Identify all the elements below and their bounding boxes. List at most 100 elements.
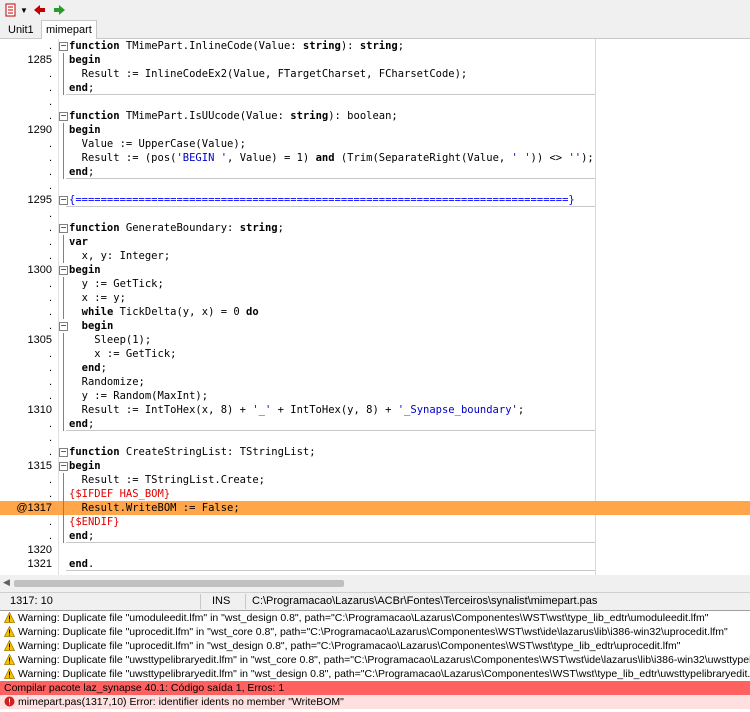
warning-message[interactable]: Warning: Duplicate file "uprocedit.lfm" … (0, 625, 750, 639)
insert-mode: INS (212, 595, 231, 607)
code-line[interactable]: 1300− begin (0, 263, 750, 277)
error-message[interactable]: mimepart.pas(1317,10) Error: identifier … (0, 695, 750, 709)
fold-guide (63, 529, 64, 543)
code-line[interactable]: . var (0, 235, 750, 249)
code-line[interactable]: . Value := UpperCase(Value); (0, 137, 750, 151)
fold-toggle-icon[interactable]: − (59, 224, 68, 233)
code-text: var (69, 235, 88, 249)
code-line-highlighted[interactable]: @1317 Result.WriteBOM := False; (0, 501, 750, 515)
code-line[interactable]: . − begin (0, 319, 750, 333)
code-token: function (69, 40, 126, 52)
horizontal-scrollbar[interactable]: ◀ (0, 575, 750, 592)
code-line[interactable]: . Result := (pos('BEGIN ', Value) = 1) a… (0, 151, 750, 165)
tab-unit1[interactable]: Unit1 (4, 22, 38, 38)
line-number: 1285 (27, 54, 52, 66)
code-token: string (302, 40, 341, 52)
warning-message[interactable]: Warning: Duplicate file "uwsttypelibrary… (0, 653, 750, 667)
code-line[interactable]: . x, y: Integer; (0, 249, 750, 263)
code-token: and (315, 152, 335, 164)
code-line[interactable]: . x := GetTick; (0, 347, 750, 361)
fold-toggle-icon[interactable]: − (59, 266, 68, 275)
code-token: end (69, 530, 88, 542)
code-text: {=======================================… (69, 193, 575, 207)
fold-guide (63, 515, 64, 529)
code-line[interactable]: 1315− begin (0, 459, 750, 473)
code-line[interactable]: . end; (0, 361, 750, 375)
code-token: '_' (252, 404, 272, 416)
code-line[interactable]: . y := Random(MaxInt); (0, 389, 750, 403)
code-line[interactable]: . (0, 179, 750, 193)
fold-toggle-icon[interactable]: − (59, 462, 68, 471)
jump-history-icon[interactable] (4, 2, 18, 18)
tab-mimepart[interactable]: mimepart (41, 20, 97, 40)
line-number: . (48, 82, 52, 94)
line-number: 1305 (27, 334, 52, 346)
fold-toggle-icon[interactable]: − (59, 196, 68, 205)
code-line[interactable]: 1320 (0, 543, 750, 557)
code-line[interactable]: . {$ENDIF} (0, 515, 750, 529)
code-token: ; (87, 530, 95, 542)
fold-toggle-icon[interactable]: − (59, 112, 68, 121)
code-line[interactable]: . (0, 207, 750, 221)
forward-arrow-icon[interactable] (52, 2, 66, 18)
code-line[interactable]: 1285 begin (0, 53, 750, 67)
code-line[interactable]: . − function TMimePart.InlineCode(Value: s… (0, 39, 750, 53)
code-text: begin (69, 459, 101, 473)
code-text: Randomize; (69, 375, 145, 389)
line-number: . (48, 306, 52, 318)
code-token: ; (397, 40, 405, 52)
code-line[interactable]: . Result := TStringList.Create; (0, 473, 750, 487)
code-text: begin (69, 123, 101, 137)
fold-toggle-icon[interactable]: − (59, 42, 68, 51)
code-token: y := Random(MaxInt); (69, 390, 209, 402)
code-token: begin (69, 124, 101, 136)
code-token: end (81, 362, 101, 374)
code-line[interactable]: . Result := InlineCodeEx2(Value, FTarget… (0, 67, 750, 81)
fold-toggle-icon[interactable]: − (59, 448, 68, 457)
back-arrow-icon[interactable] (33, 2, 47, 18)
fold-guide (63, 151, 64, 165)
code-line[interactable]: 1310 Result := IntToHex(x, 8) + '_' + In… (0, 403, 750, 417)
code-line[interactable]: 1321 end. (0, 557, 750, 571)
code-line[interactable]: . end; (0, 529, 750, 543)
code-line[interactable]: 1295− {==================================… (0, 193, 750, 207)
warning-message[interactable]: Warning: Duplicate file "umoduleedit.lfm… (0, 611, 750, 625)
line-number: 1290 (27, 124, 52, 136)
code-line[interactable]: . (0, 431, 750, 445)
line-number: . (48, 320, 52, 332)
line-number: . (48, 390, 52, 402)
line-number: . (48, 40, 52, 52)
code-line[interactable]: . − function CreateStringList: TStringList… (0, 445, 750, 459)
code-line[interactable]: . x := y; (0, 291, 750, 305)
code-line[interactable]: . end; (0, 417, 750, 431)
fold-guide (63, 123, 64, 137)
code-token: while (81, 306, 114, 318)
code-line[interactable]: . (0, 95, 750, 109)
warning-message[interactable]: Warning: Duplicate file "uwsttypelibrary… (0, 667, 750, 681)
code-line[interactable]: . − function TMimePart.IsUUcode(Value: str… (0, 109, 750, 123)
code-token: function (69, 446, 126, 458)
code-line[interactable]: . {$IFDEF HAS_BOM} (0, 487, 750, 501)
compile-message[interactable]: Compilar pacote laz_synapse 40.1: Código… (0, 681, 750, 695)
code-line[interactable]: . Randomize; (0, 375, 750, 389)
code-token: TMimePart.IsUUcode(Value: (125, 110, 291, 122)
code-line[interactable]: . end; (0, 165, 750, 179)
code-line[interactable]: 1290 begin (0, 123, 750, 137)
warning-message[interactable]: Warning: Duplicate file "uprocedit.lfm" … (0, 639, 750, 653)
chevron-down-icon[interactable]: ▼ (20, 2, 28, 18)
code-line[interactable]: 1305 Sleep(1); (0, 333, 750, 347)
source-editor[interactable]: . − function TMimePart.InlineCode(Value: s… (0, 39, 750, 575)
code-token: ; (100, 362, 107, 374)
code-text: end; (69, 165, 94, 179)
messages-panel[interactable]: Warning: Duplicate file "umoduleedit.lfm… (0, 610, 750, 712)
line-number: 1300 (27, 264, 52, 276)
code-line[interactable]: . end; (0, 81, 750, 95)
fold-guide (63, 249, 64, 263)
code-line[interactable]: . while TickDelta(y, x) = 0 do (0, 305, 750, 319)
code-line[interactable]: . y := GetTick; (0, 277, 750, 291)
code-line[interactable]: . − function GenerateBoundary: string; (0, 221, 750, 235)
fold-toggle-icon[interactable]: − (59, 322, 68, 331)
scroll-left-icon[interactable]: ◀ (3, 577, 10, 588)
scrollbar-thumb[interactable] (14, 580, 344, 587)
line-number: . (48, 138, 52, 150)
